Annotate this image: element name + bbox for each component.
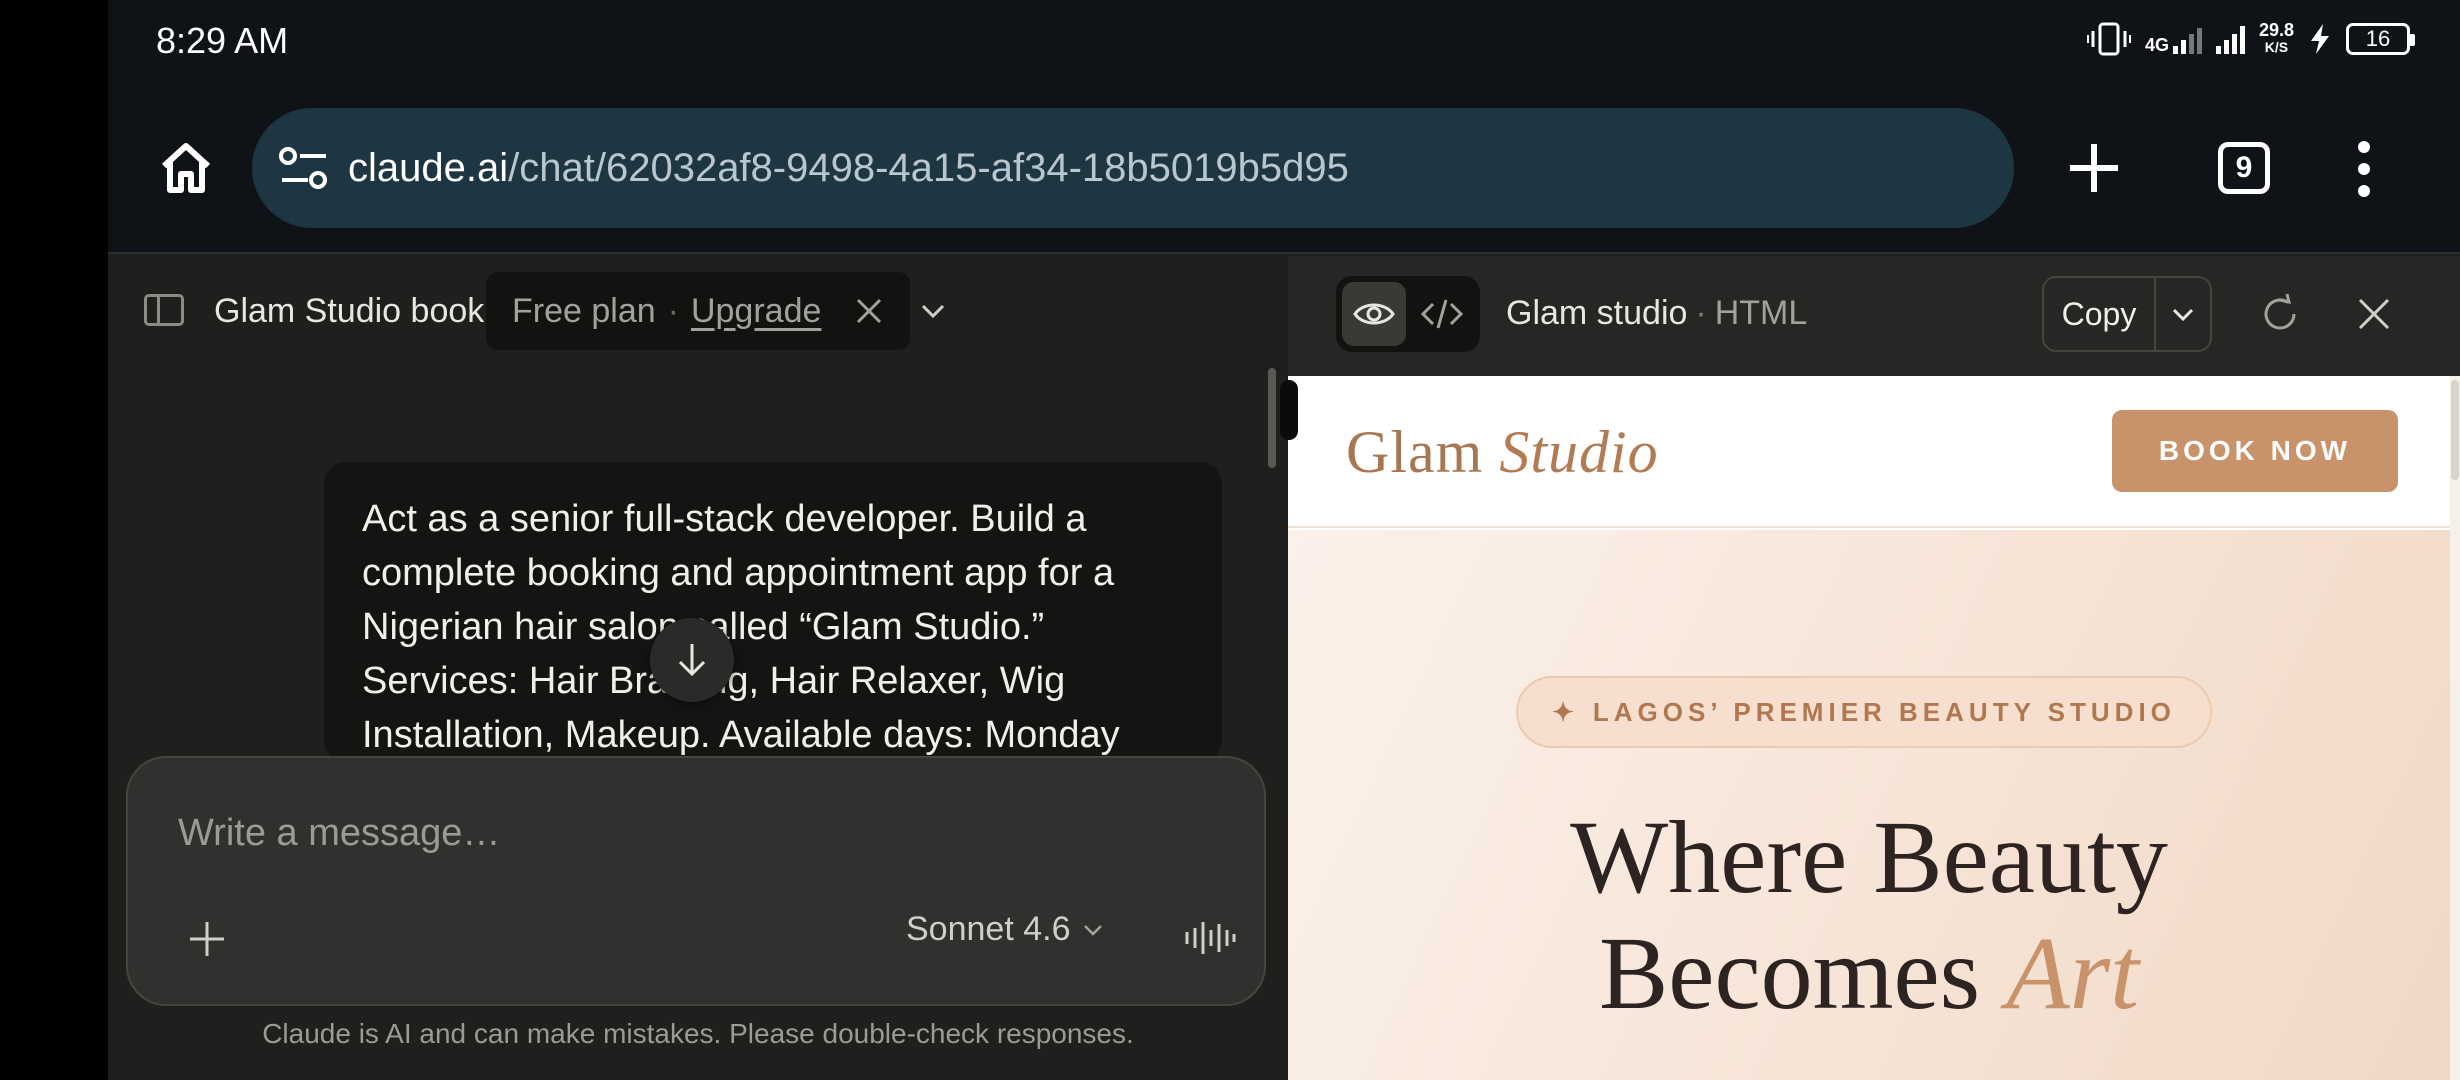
- refresh-icon[interactable]: [2258, 292, 2302, 336]
- network-type: 4G: [2144, 35, 2169, 55]
- code-icon: [1421, 299, 1463, 329]
- copy-button[interactable]: Copy: [2044, 278, 2156, 350]
- copy-options-button[interactable]: [2156, 278, 2210, 350]
- brand-accent: Studio: [1499, 419, 1659, 485]
- headline-accent: Art: [2006, 916, 2140, 1031]
- waveform-icon: [1185, 922, 1236, 954]
- user-message: Act as a senior full-stack developer. Bu…: [324, 462, 1222, 762]
- new-tab-button[interactable]: [2058, 132, 2130, 204]
- book-now-button[interactable]: BOOK NOW: [2112, 410, 2398, 492]
- artifact-name: Glam studio: [1506, 294, 1688, 332]
- signal-bars-icon: [2172, 24, 2202, 54]
- brand-main: Glam: [1346, 419, 1484, 485]
- code-tab[interactable]: [1410, 282, 1474, 346]
- sidebar-icon[interactable]: [144, 294, 184, 326]
- arrow-down-icon: [678, 644, 706, 677]
- artifact-pane: Glam studio · HTML Copy Glam Studio BOOK…: [1288, 256, 2460, 1080]
- model-selector[interactable]: Sonnet 4.6: [906, 910, 1104, 949]
- status-bar: 8:29 AM 4G 29.8 K/S 16: [108, 0, 2460, 84]
- close-icon[interactable]: [852, 294, 886, 328]
- more-vert-icon: [2358, 141, 2370, 197]
- hero-section: ✦ LAGOS’ PREMIER BEAUTY STUDIO Where Bea…: [1288, 530, 2450, 1080]
- chevron-down-icon: [1084, 924, 1103, 936]
- preview-tab[interactable]: [1342, 282, 1406, 346]
- plus-icon: [190, 922, 224, 956]
- pane-resize-handle[interactable]: [1280, 380, 1298, 440]
- tab-count: 9: [2235, 151, 2253, 184]
- site-navbar: Glam Studio BOOK NOW: [1288, 376, 2450, 528]
- view-toggle: [1336, 276, 1480, 352]
- plan-label: Free plan: [512, 291, 656, 330]
- chevron-down-icon[interactable]: [918, 296, 948, 326]
- copy-group: Copy: [2042, 276, 2212, 352]
- ai-disclaimer: Claude is AI and can make mistakes. Plea…: [262, 1018, 1134, 1049]
- eye-icon: [1353, 303, 1395, 325]
- site-brand[interactable]: Glam Studio: [1346, 418, 1659, 487]
- url-text[interactable]: claude.ai/chat/62032af8-9498-4a15-af34-1…: [348, 146, 1349, 191]
- signal-bars-icon-2: [2215, 24, 2245, 54]
- net-speed-value: 29.8: [2258, 20, 2294, 40]
- message-composer: Sonnet 4.6: [126, 756, 1266, 1006]
- home-icon: [161, 143, 211, 193]
- tabs-button[interactable]: 9: [2218, 142, 2270, 194]
- upgrade-link[interactable]: Upgrade: [691, 292, 821, 331]
- chat-scrollbar[interactable]: [1268, 368, 1276, 468]
- plus-icon: [2070, 144, 2118, 192]
- chat-title[interactable]: Glam Studio book: [214, 292, 484, 331]
- battery-indicator: 16: [2346, 23, 2415, 55]
- plan-separator: ·: [667, 291, 679, 330]
- artifact-type: HTML: [1714, 294, 1808, 332]
- screen-edge: [0, 0, 108, 1080]
- home-button[interactable]: [150, 132, 222, 204]
- scroll-to-bottom-button[interactable]: [650, 618, 734, 702]
- vibrate-icon: [2086, 22, 2131, 56]
- artifact-title: Glam studio · HTML: [1506, 294, 1807, 333]
- phone-screen: 8:29 AM 4G 29.8 K/S 16 claude.ai/chat/62…: [108, 0, 2460, 1080]
- url-path: /chat/62032af8-9498-4a15-af34-18b5019b5d…: [508, 145, 1349, 190]
- attach-button[interactable]: [182, 914, 232, 964]
- chat-header: Glam Studio book Free plan · Upgrade: [108, 256, 1288, 366]
- site-settings-icon[interactable]: [278, 144, 330, 192]
- mobile-data-signal: 4G: [2145, 24, 2202, 54]
- browser-menu-button[interactable]: [2344, 134, 2384, 204]
- net-speed: 29.8 K/S: [2258, 20, 2294, 56]
- hero-badge: ✦ LAGOS’ PREMIER BEAUTY STUDIO: [1516, 676, 2212, 748]
- headline-line-1: Where Beauty: [1570, 800, 2168, 915]
- sparkle-icon: ✦: [1552, 696, 1579, 727]
- status-icons: 4G 29.8 K/S 16: [2086, 20, 2415, 56]
- artifact-separator: ·: [1695, 294, 1707, 332]
- preview-scroll-track: [2450, 376, 2460, 1080]
- browser-toolbar: claude.ai/chat/62032af8-9498-4a15-af34-1…: [108, 84, 2460, 254]
- plan-banner: Free plan · Upgrade: [486, 272, 910, 350]
- close-icon[interactable]: [2354, 294, 2394, 334]
- net-speed-unit: K/S: [2264, 39, 2289, 55]
- url-host: claude.ai: [348, 145, 509, 190]
- voice-mode-button[interactable]: [1180, 908, 1240, 968]
- headline-line-2: Becomes Art: [1288, 916, 2450, 1032]
- badge-text: LAGOS’ PREMIER BEAUTY STUDIO: [1592, 696, 2176, 727]
- chevron-down-icon: [2172, 308, 2194, 322]
- chat-pane: Glam Studio book Free plan · Upgrade Act…: [108, 256, 1288, 1080]
- message-input[interactable]: [178, 812, 1078, 855]
- preview-scrollbar[interactable]: [2451, 380, 2459, 480]
- battery-level: 16: [2365, 26, 2391, 51]
- charging-icon: [2311, 24, 2329, 54]
- artifact-preview: Glam Studio BOOK NOW ✦ LAGOS’ PREMIER BE…: [1288, 376, 2460, 1080]
- hero-headline: Where Beauty Becomes Art: [1288, 800, 2450, 1032]
- artifact-header: Glam studio · HTML Copy: [1288, 256, 2460, 376]
- address-bar[interactable]: claude.ai/chat/62032af8-9498-4a15-af34-1…: [252, 108, 2014, 228]
- status-time: 8:29 AM: [156, 20, 289, 61]
- headline-main: Becomes: [1598, 916, 1981, 1031]
- model-name: Sonnet 4.6: [906, 910, 1071, 948]
